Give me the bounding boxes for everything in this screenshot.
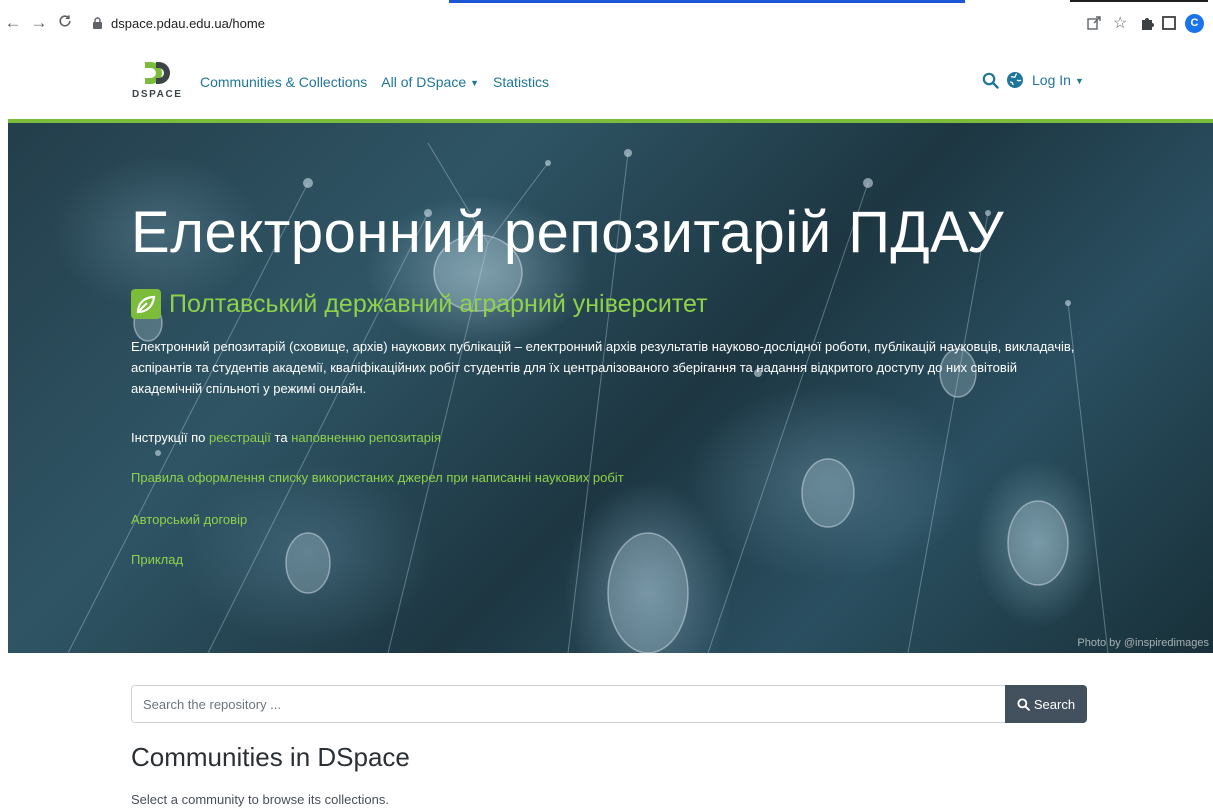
profile-avatar[interactable]: C: [1185, 12, 1204, 34]
url-text: dspace.pdau.edu.ua/home: [111, 15, 265, 31]
site-navbar: DSPACE Communities & Collections All of …: [0, 40, 1213, 119]
caret-down-icon: ▼: [470, 78, 480, 88]
tab-strip-edge: [1070, 0, 1208, 2]
example-link[interactable]: Приклад: [131, 552, 183, 567]
dspace-logo[interactable]: DSPACE: [132, 60, 182, 100]
reload-icon[interactable]: [56, 14, 74, 31]
search-button-label: Search: [1033, 696, 1076, 712]
hero-banner: Електронний репозитарій ПДАУ Полтавський…: [8, 123, 1213, 653]
university-heading: Полтавський державний аграрний університ…: [131, 289, 708, 319]
share-icon[interactable]: [1086, 12, 1102, 34]
browser-chrome: ← → dspace.pdau.edu.ua/home ☆ C: [0, 0, 1213, 40]
leaf-icon: [131, 289, 161, 319]
side-panel-icon[interactable]: [1162, 12, 1176, 34]
nav-actions: Log In ▼: [982, 71, 1084, 89]
bookmark-star-icon[interactable]: ☆: [1113, 12, 1127, 34]
communities-heading: Communities in DSpace: [131, 742, 410, 772]
search-icon: [1017, 697, 1030, 711]
search-button[interactable]: Search: [1005, 685, 1087, 723]
repository-search: Search: [131, 685, 1087, 723]
caret-down-icon: ▼: [1074, 76, 1084, 86]
address-bar[interactable]: dspace.pdau.edu.ua/home: [92, 12, 492, 34]
registration-link[interactable]: реєстрації: [209, 430, 271, 445]
filling-repository-link[interactable]: наповненню репозитарія: [291, 430, 441, 445]
author-agreement-link[interactable]: Авторський договір: [131, 512, 247, 527]
extensions-puzzle-icon[interactable]: [1139, 12, 1155, 34]
logo-text: DSPACE: [132, 89, 183, 100]
instructions-line: Інструкції по реєстрації та наповненню р…: [131, 430, 441, 445]
search-icon[interactable]: [982, 72, 999, 89]
main-nav: Communities & Collections All of DSpace ▼…: [200, 74, 549, 90]
communities-subtitle: Select a community to browse its collect…: [131, 792, 389, 807]
nav-all-of-dspace[interactable]: All of DSpace ▼: [381, 74, 479, 90]
tab-strip-highlight: [449, 0, 965, 3]
university-name: Полтавський державний аграрний університ…: [169, 289, 708, 318]
instructions-prefix: Інструкції по: [131, 430, 206, 445]
back-arrow-icon[interactable]: ←: [4, 14, 22, 31]
login-label: Log In: [1032, 72, 1071, 88]
lock-icon: [93, 17, 102, 29]
nav-all-of-dspace-label: All of DSpace: [381, 74, 467, 90]
photo-credit: Photo by @inspiredimages: [1077, 637, 1209, 649]
login-dropdown[interactable]: Log In ▼: [1032, 72, 1084, 88]
forward-arrow-icon[interactable]: →: [30, 14, 48, 31]
nav-communities-collections[interactable]: Communities & Collections: [200, 74, 367, 90]
search-input[interactable]: [131, 685, 1005, 723]
globe-language-icon[interactable]: [1006, 71, 1024, 89]
repository-description: Електронний репозитарій (сховище, архів)…: [131, 339, 1075, 396]
nav-statistics[interactable]: Statistics: [493, 74, 549, 90]
citation-rules-link[interactable]: Правила оформлення списку використаних д…: [131, 470, 624, 485]
dspace-logo-icon: [145, 62, 170, 84]
hero-title: Електронний репозитарій ПДАУ: [131, 200, 1005, 265]
instructions-and: та: [274, 430, 288, 445]
